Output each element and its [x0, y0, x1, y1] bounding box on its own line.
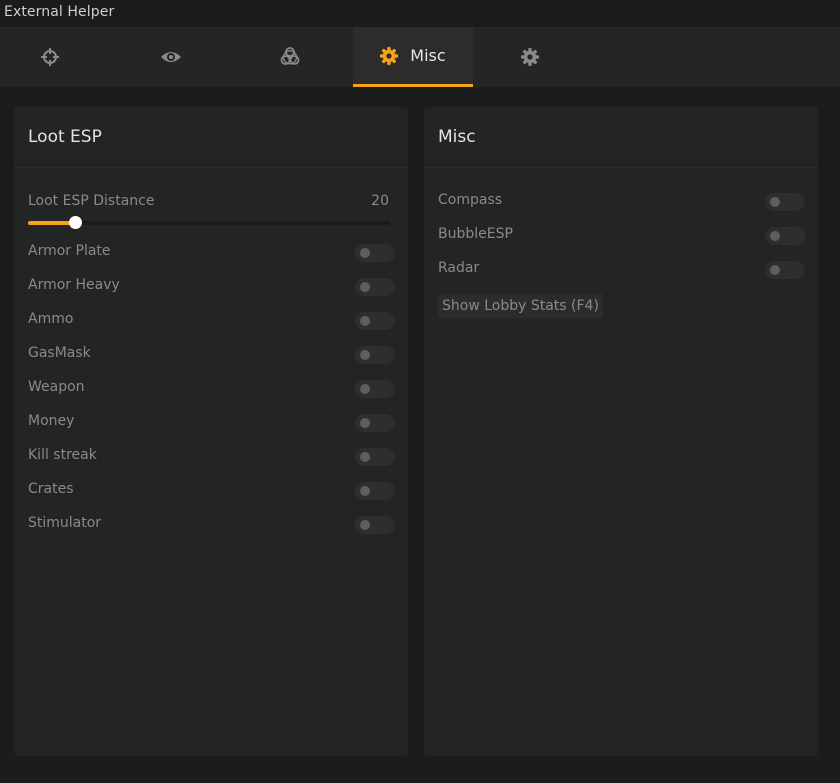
toggle-knob — [360, 350, 370, 360]
gear-icon — [380, 46, 399, 65]
ammo-toggle[interactable] — [355, 312, 395, 330]
bubble-esp-toggle[interactable] — [765, 227, 805, 245]
loot-esp-distance-label: Loot ESP Distance — [28, 193, 155, 209]
slider-thumb[interactable] — [69, 216, 83, 229]
title-bar: External Helper — [0, 0, 840, 27]
loot-esp-panel: Loot ESP Loot ESP Distance 20 Armor Plat… — [14, 107, 408, 756]
compass-label: Compass — [438, 192, 503, 208]
armor-heavy-label: Armor Heavy — [28, 277, 120, 293]
stimulator-toggle[interactable] — [355, 516, 395, 534]
biohazard-icon — [279, 46, 301, 68]
toggle-knob — [770, 197, 780, 207]
slider-fill — [28, 221, 76, 225]
toggle-knob — [770, 265, 780, 275]
stimulator-label: Stimulator — [28, 515, 102, 531]
toggle-knob — [360, 248, 370, 258]
misc-title: Misc — [438, 127, 476, 147]
loot-esp-title: Loot ESP — [28, 127, 102, 147]
bubble-esp-label: BubbleESP — [438, 226, 513, 242]
radar-toggle[interactable] — [765, 261, 805, 279]
toggle-knob — [360, 520, 370, 530]
kill-streak-label: Kill streak — [28, 447, 97, 463]
tab-misc[interactable]: Misc — [353, 27, 473, 87]
radar-label: Radar — [438, 260, 480, 276]
toggle-knob — [360, 452, 370, 462]
eye-icon — [160, 49, 182, 65]
tab-esp[interactable] — [230, 27, 350, 87]
money-toggle[interactable] — [355, 414, 395, 432]
toggle-knob — [360, 486, 370, 496]
gasmask-label: GasMask — [28, 345, 91, 361]
toggle-knob — [360, 384, 370, 394]
crates-label: Crates — [28, 481, 74, 497]
loot-esp-distance-value: 20 — [371, 193, 389, 209]
settings-gear-icon — [521, 48, 539, 66]
misc-panel: Misc Compass BubbleESP Radar Show Lobby … — [424, 107, 818, 756]
armor-heavy-toggle[interactable] — [355, 278, 395, 296]
compass-toggle[interactable] — [765, 193, 805, 211]
armor-plate-label: Armor Plate — [28, 243, 111, 259]
crates-toggle[interactable] — [355, 482, 395, 500]
weapon-label: Weapon — [28, 379, 85, 395]
money-label: Money — [28, 413, 75, 429]
divider — [14, 167, 408, 168]
window-title: External Helper — [4, 4, 115, 20]
kill-streak-toggle[interactable] — [355, 448, 395, 466]
armor-plate-toggle[interactable] — [355, 244, 395, 262]
loot-esp-distance-slider[interactable] — [28, 216, 390, 229]
toggle-knob — [360, 316, 370, 326]
divider — [424, 167, 818, 168]
tab-settings[interactable] — [470, 27, 590, 87]
weapon-toggle[interactable] — [355, 380, 395, 398]
tab-aimbot[interactable] — [0, 27, 110, 87]
gasmask-toggle[interactable] — [355, 346, 395, 364]
toggle-knob — [770, 231, 780, 241]
toggle-knob — [360, 282, 370, 292]
show-lobby-stats-button[interactable]: Show Lobby Stats (F4) — [438, 294, 603, 318]
ammo-label: Ammo — [28, 311, 74, 327]
tab-misc-label: Misc — [410, 46, 446, 65]
tab-bar: Misc — [0, 27, 840, 87]
toggle-knob — [360, 418, 370, 428]
crosshair-icon — [40, 47, 60, 67]
tab-visuals[interactable] — [111, 27, 231, 87]
